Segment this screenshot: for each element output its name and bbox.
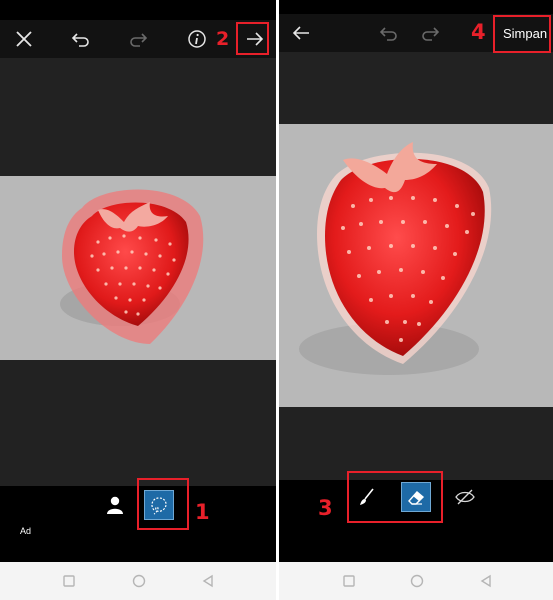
redo-icon[interactable] <box>418 21 442 45</box>
undo-icon[interactable] <box>377 21 401 45</box>
highlight-next-button <box>236 22 269 55</box>
triangle-back-icon[interactable] <box>201 574 215 588</box>
arrow-left-icon[interactable] <box>289 21 313 45</box>
editing-canvas[interactable] <box>279 52 553 480</box>
strawberry-image <box>299 142 492 375</box>
undo-icon[interactable] <box>69 27 93 51</box>
highlight-save-button <box>493 15 551 53</box>
person-icon[interactable] <box>100 490 130 520</box>
close-icon[interactable] <box>12 27 36 51</box>
circle-icon[interactable] <box>132 574 146 588</box>
strawberry-photo <box>0 176 276 360</box>
strawberry-image <box>60 189 204 344</box>
info-icon[interactable] <box>185 27 209 51</box>
square-icon[interactable] <box>62 574 76 588</box>
square-icon[interactable] <box>342 574 356 588</box>
highlight-lasso-tool <box>137 478 189 530</box>
top-toolbar <box>0 20 276 58</box>
redo-icon[interactable] <box>126 27 150 51</box>
triangle-back-icon[interactable] <box>479 574 493 588</box>
step-number-3: 3 <box>318 496 333 520</box>
circle-icon[interactable] <box>410 574 424 588</box>
highlight-brush-tools <box>347 471 443 523</box>
strawberry-photo <box>279 124 553 407</box>
android-navbar <box>279 562 553 600</box>
ad-label: Ad <box>20 526 32 536</box>
android-navbar <box>0 562 276 600</box>
step-number-4: 4 <box>471 20 486 44</box>
screenshot-comparison: Ad Simpan 2 1 4 3 <box>0 0 553 600</box>
step-number-1: 1 <box>195 500 210 524</box>
step-number-2: 2 <box>216 28 230 50</box>
editing-canvas[interactable] <box>0 58 276 486</box>
eye-off-icon[interactable] <box>450 482 480 512</box>
